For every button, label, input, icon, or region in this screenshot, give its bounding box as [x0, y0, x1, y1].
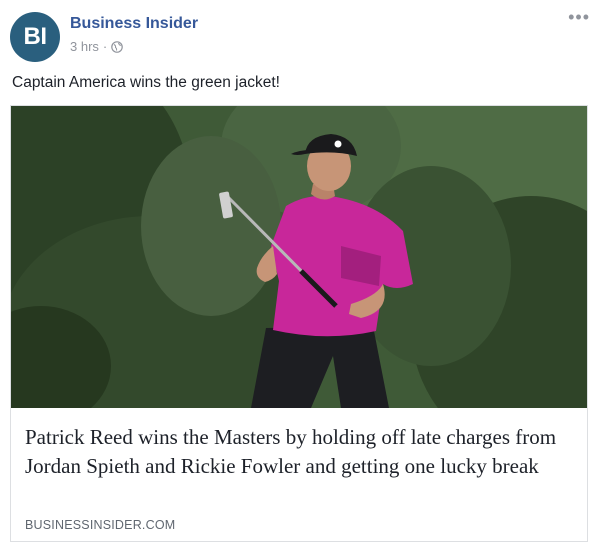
post-caption: Captain America wins the green jacket! [12, 74, 280, 91]
article-photo[interactable] [11, 106, 587, 408]
ellipsis-icon[interactable]: ••• [568, 8, 590, 26]
link-preview-card[interactable]: Patrick Reed wins the Masters by holding… [10, 105, 588, 542]
facebook-post: BI Business Insider 3 hrs · ••• Captain … [0, 0, 600, 553]
meta-separator: · [102, 39, 108, 54]
page-name-link[interactable]: Business Insider [70, 15, 198, 33]
page-avatar[interactable]: BI [10, 12, 60, 62]
globe-icon[interactable] [111, 40, 124, 53]
article-headline[interactable]: Patrick Reed wins the Masters by holding… [25, 423, 565, 481]
article-domain: BUSINESSINSIDER.COM [25, 518, 176, 532]
post-meta: 3 hrs · [70, 39, 124, 54]
avatar-text: BI [23, 23, 48, 50]
post-timestamp[interactable]: 3 hrs [70, 39, 99, 54]
